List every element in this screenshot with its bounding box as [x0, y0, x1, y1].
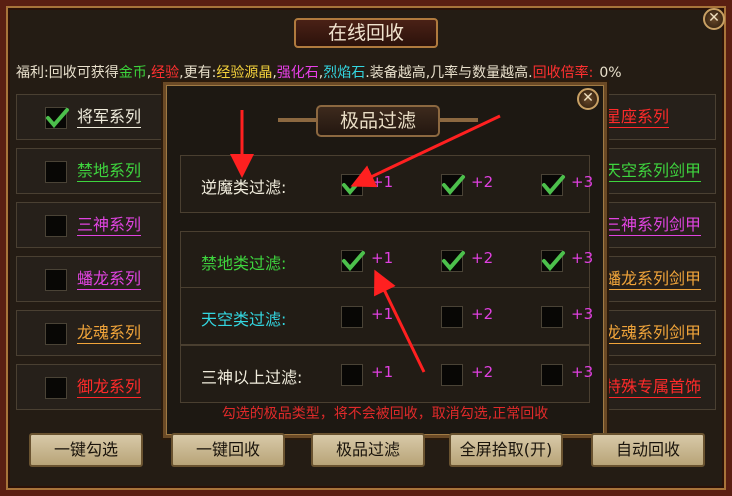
series-label: 禁地系列	[77, 161, 142, 182]
series-label: 御龙系列	[77, 377, 142, 398]
series-row: 将军系列	[16, 94, 166, 140]
filter-checkbox[interactable]	[341, 250, 365, 272]
series-row: 禁地系列	[16, 148, 166, 194]
series-row: 龙魂系列剑甲	[596, 310, 716, 356]
series-row: 天空系列剑甲	[596, 148, 716, 194]
series-label: 蟠龙系列	[77, 269, 142, 290]
series-row: 御龙系列	[16, 364, 166, 410]
filter-level-label: +1	[371, 173, 394, 191]
series-checkbox[interactable]	[45, 107, 69, 129]
filter-label: 逆魔类过滤:	[201, 178, 287, 197]
filter-checkbox[interactable]	[541, 174, 565, 196]
series-label: 特殊专属首饰	[605, 377, 702, 398]
filter-level-label: +2	[471, 173, 494, 191]
series-label: 星座系列	[605, 107, 670, 128]
window-title: 在线回收	[294, 18, 438, 48]
series-label: 龙魂系列	[77, 323, 142, 344]
series-row: 龙魂系列	[16, 310, 166, 356]
filter-checkbox[interactable]	[541, 250, 565, 272]
filter-checkbox[interactable]	[541, 306, 563, 328]
series-row: 蟠龙系列	[16, 256, 166, 302]
series-label: 三神系列	[77, 215, 142, 236]
series-label: 将军系列	[77, 107, 142, 128]
filter-checkbox[interactable]	[341, 364, 363, 386]
filter-level-label: +2	[471, 363, 494, 381]
filter-checkbox[interactable]	[441, 364, 463, 386]
series-checkbox[interactable]	[45, 269, 67, 291]
series-label: 三神系列剑甲	[605, 215, 702, 236]
premium-filter-popup: 极品过滤 逆魔类过滤: +1 +2 +3 禁地类过滤: +1 +2 +3 天空类过滤: +1 +2 +…	[163, 82, 607, 438]
filter-notice: 勾选的极品类型，将不会被回收，取消勾选,正常回收	[221, 406, 549, 422]
series-checkbox[interactable]	[45, 215, 67, 237]
auto-recycle-button[interactable]: 自动回收	[591, 433, 705, 467]
series-label: 蟠龙系列剑甲	[605, 269, 702, 290]
filter-checkbox[interactable]	[341, 306, 363, 328]
filter-level-label: +1	[371, 305, 394, 323]
filter-level-label: +2	[471, 305, 494, 323]
series-label: 天空系列剑甲	[605, 161, 702, 182]
filter-level-label: +3	[571, 173, 594, 191]
popup-title: 极品过滤	[278, 105, 478, 137]
filter-checkbox[interactable]	[441, 306, 463, 328]
recycle-all-button[interactable]: 一键回收	[171, 433, 285, 467]
filter-level-label: +3	[571, 363, 594, 381]
select-all-button[interactable]: 一键勾选	[29, 433, 143, 467]
series-row: 蟠龙系列剑甲	[596, 256, 716, 302]
filter-label: 三神以上过滤:	[201, 368, 303, 387]
filter-level-label: +2	[471, 249, 494, 267]
filter-row: 禁地类过滤: +1 +2 +3	[180, 231, 594, 289]
recycle-rate-value: 0%	[599, 65, 622, 81]
benefit-text: 福利:回收可获得金币,经验,更有:经验源晶,强化石,烈焰石.装备越高,几率与数量…	[16, 65, 622, 81]
series-label: 龙魂系列剑甲	[605, 323, 702, 344]
filter-level-label: +1	[371, 249, 394, 267]
filter-checkbox[interactable]	[341, 174, 365, 196]
filter-label: 天空类过滤:	[201, 310, 287, 329]
filter-checkbox[interactable]	[441, 250, 465, 272]
series-row: 特殊专属首饰	[596, 364, 716, 410]
filter-checkbox[interactable]	[541, 364, 563, 386]
fullscreen-pickup-button[interactable]: 全屏拾取(开)	[449, 433, 563, 467]
filter-checkbox[interactable]	[441, 174, 465, 196]
series-checkbox[interactable]	[45, 323, 67, 345]
filter-row: 三神以上过滤: +1 +2 +3	[180, 345, 594, 403]
series-checkbox[interactable]	[45, 161, 67, 183]
filter-level-label: +3	[571, 305, 594, 323]
popup-close-icon[interactable]: ✕	[577, 88, 599, 110]
filter-level-label: +3	[571, 249, 594, 267]
filter-row: 天空类过滤: +1 +2 +3	[180, 287, 594, 345]
filter-level-label: +1	[371, 363, 394, 381]
series-row: 三神系列剑甲	[596, 202, 716, 248]
filter-label: 禁地类过滤:	[201, 254, 287, 273]
premium-filter-button[interactable]: 极品过滤	[311, 433, 425, 467]
close-icon[interactable]: ✕	[703, 8, 725, 30]
series-row: 星座系列	[596, 94, 716, 140]
filter-row: 逆魔类过滤: +1 +2 +3	[180, 155, 594, 213]
series-checkbox[interactable]	[45, 377, 67, 399]
series-row: 三神系列	[16, 202, 166, 248]
